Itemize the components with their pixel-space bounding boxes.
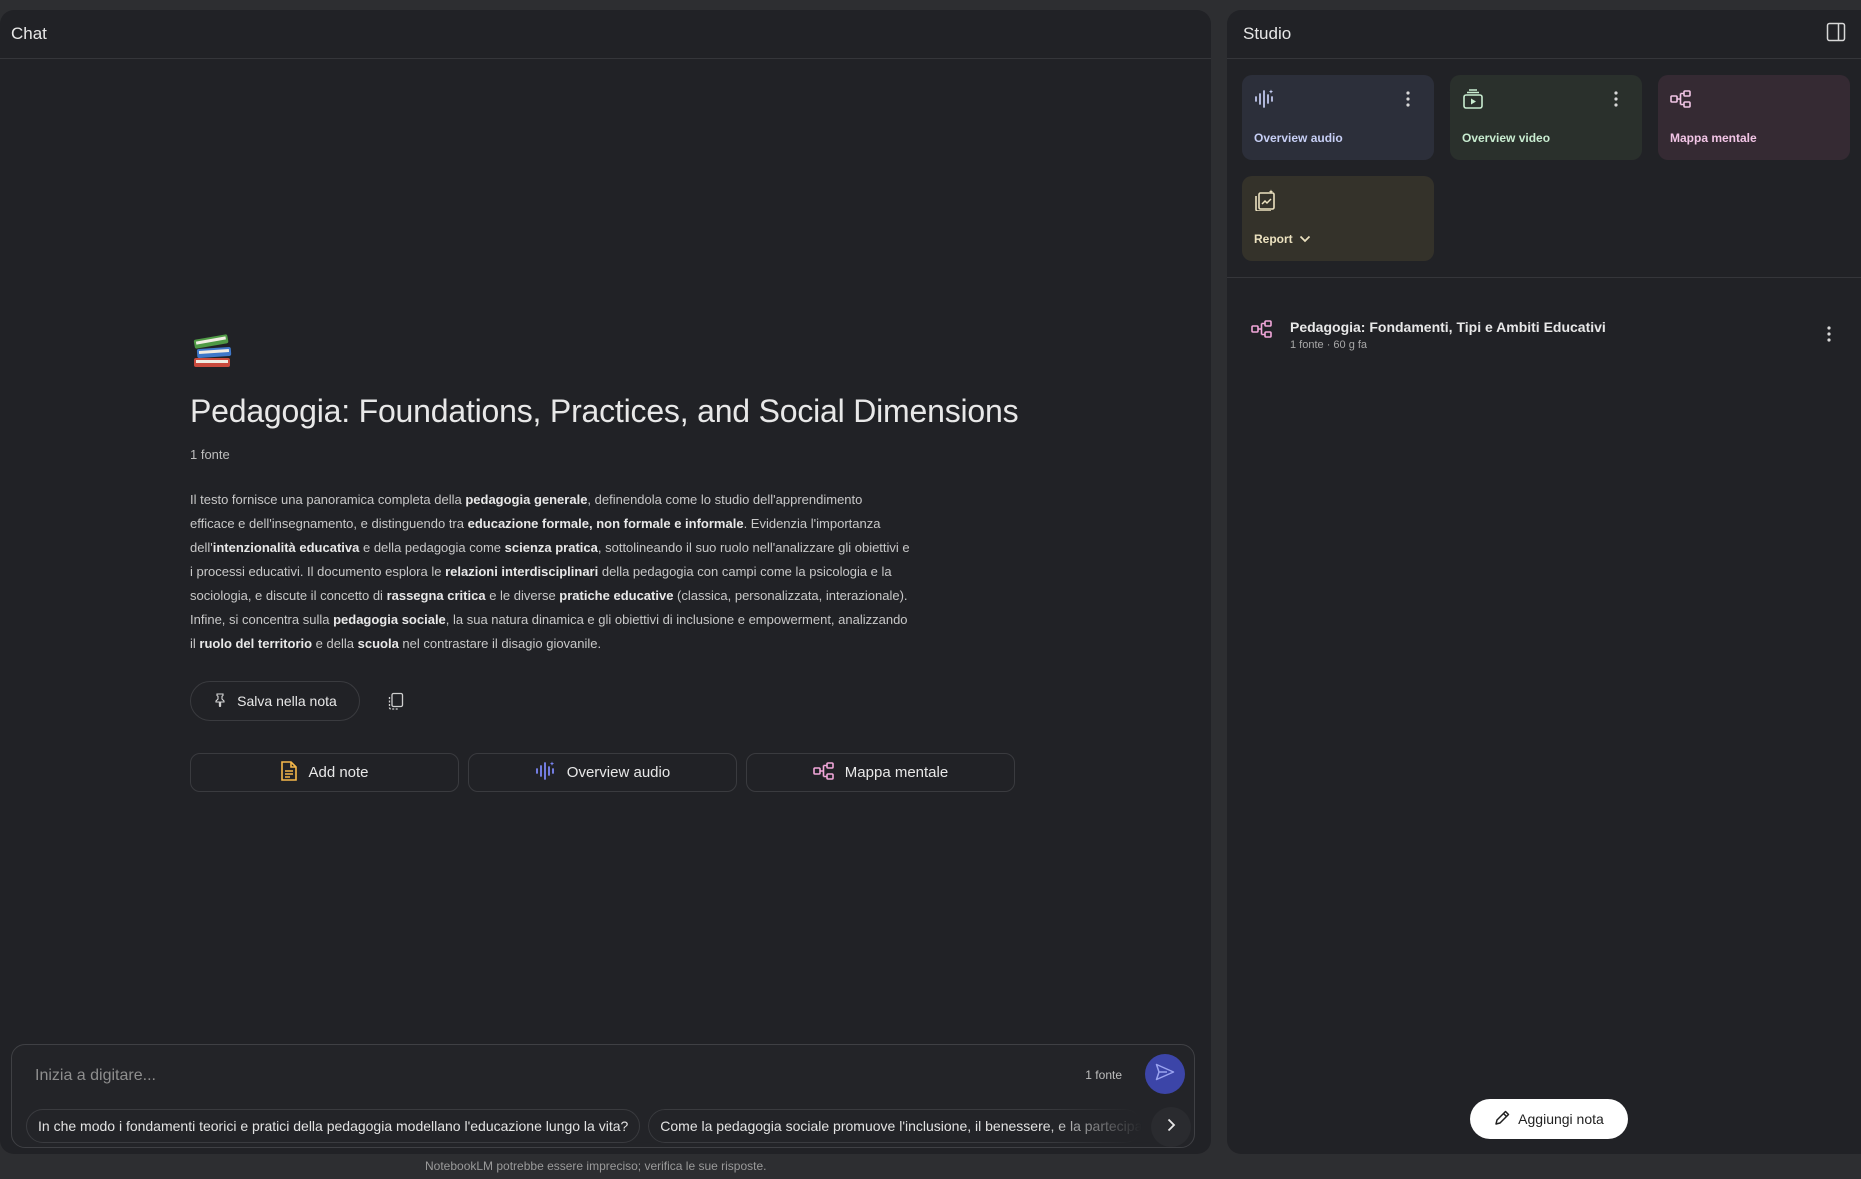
books-emoji-icon [190, 328, 236, 374]
studio-tile-overview-video[interactable]: Overview video [1450, 75, 1642, 160]
add-note-studio-label: Aggiungi nota [1518, 1111, 1604, 1127]
more-vert-icon[interactable] [1606, 88, 1626, 110]
summary-bold-term: pedagogia sociale [333, 612, 446, 627]
studio-divider [1227, 277, 1861, 278]
chevron-right-icon [1166, 1118, 1176, 1137]
summary-bold-term: ruolo del territorio [199, 636, 313, 651]
add-note-label: Add note [308, 764, 369, 781]
chat-header-title: Chat [11, 24, 47, 43]
audio-wave-icon [1254, 88, 1276, 110]
summary-text: e della [312, 636, 358, 651]
notebook-summary: Il testo fornisce una panoramica complet… [190, 488, 910, 656]
suggestion-chip[interactable]: In che modo i fondamenti teorici e prati… [26, 1109, 641, 1143]
note-meta: 1 fonte · 60 g fa [1290, 339, 1368, 351]
summary-bold-term: scienza pratica [504, 540, 598, 555]
chat-panel: Chat Pedagogia: Foundations, Practices, … [0, 10, 1211, 1154]
mind-map-icon [812, 761, 835, 784]
overview-audio-button[interactable]: Overview audio [468, 753, 737, 792]
tile-label: Mappa mentale [1670, 131, 1757, 145]
summary-bold-term: pedagogia generale [465, 492, 588, 507]
summary-bold-term: scuola [357, 636, 399, 651]
tile-label: Overview video [1462, 131, 1551, 145]
more-vert-icon[interactable] [1819, 323, 1839, 345]
summary-text: e le diverse [485, 588, 560, 603]
copy-icon[interactable] [384, 689, 408, 713]
notebook-title: Pedagogia: Foundations, Practices, and S… [190, 393, 1019, 429]
note-icon [280, 760, 298, 785]
chat-input[interactable] [35, 1064, 835, 1088]
mind-map-icon [1670, 88, 1692, 110]
suggestion-chips: In che modo i fondamenti teorici e prati… [26, 1109, 1166, 1143]
studio-tile-report[interactable]: Report [1242, 176, 1434, 261]
mind-map-label: Mappa mentale [844, 764, 949, 781]
mind-map-button[interactable]: Mappa mentale [746, 753, 1015, 792]
report-label[interactable]: Report [1254, 232, 1311, 246]
summary-bold-term: pratiche educative [559, 588, 674, 603]
chevron-down-icon [1299, 232, 1311, 246]
note-title: Pedagogia: Fondamenti, Tipi e Ambiti Edu… [1290, 319, 1606, 335]
tile-label: Overview audio [1254, 131, 1343, 145]
summary-text: e della pedagogia come [359, 540, 505, 555]
summary-bold-term: intenzionalità educativa [212, 540, 360, 555]
suggestions-next-button[interactable] [1151, 1107, 1191, 1147]
send-icon [1155, 1063, 1175, 1086]
save-to-note-label: Salva nella nota [237, 693, 337, 709]
summary-bold-term: relazioni interdisciplinari [445, 564, 599, 579]
add-note-button[interactable]: Add note [190, 753, 459, 792]
summary-text: Il testo fornisce una panoramica complet… [190, 492, 466, 507]
pencil-icon [1494, 1110, 1510, 1129]
chat-composer: 1 fonte In che modo i fondamenti teorici… [11, 1044, 1195, 1148]
audio-wave-icon [535, 761, 557, 785]
suggestion-chip[interactable]: Come la pedagogia sociale promuove l'inc… [648, 1109, 1143, 1143]
overview-audio-label: Overview audio [566, 764, 671, 781]
chat-header: Chat [0, 10, 1211, 59]
composer-source-count: 1 fonte [1085, 1068, 1122, 1082]
summary-bold-term: rassegna critica [386, 588, 486, 603]
report-label-text: Report [1254, 232, 1293, 246]
mind-map-icon [1251, 318, 1273, 340]
more-vert-icon[interactable] [1398, 88, 1418, 110]
notebook-source-count: 1 fonte [190, 447, 230, 462]
toggle-panel-icon[interactable] [1826, 22, 1846, 47]
pin-icon [213, 692, 227, 710]
summary-bold-term: educazione formale, non formale e inform… [467, 516, 744, 531]
studio-note-item[interactable]: Pedagogia: Fondamenti, Tipi e Ambiti Edu… [1227, 303, 1861, 363]
video-icon [1462, 88, 1484, 110]
report-icon [1254, 189, 1276, 211]
summary-text: nel contrastare il disagio giovanile. [398, 636, 602, 651]
studio-header: Studio [1227, 10, 1861, 59]
add-note-studio-button[interactable]: Aggiungi nota [1470, 1099, 1628, 1139]
studio-tile-mind-map[interactable]: Mappa mentale [1658, 75, 1850, 160]
studio-tile-overview-audio[interactable]: Overview audio [1242, 75, 1434, 160]
studio-panel: Studio Overview audio Overview video Map… [1227, 10, 1861, 1154]
disclaimer-footer: NotebookLM potrebbe essere impreciso; ve… [425, 1159, 767, 1173]
save-to-note-button[interactable]: Salva nella nota [190, 681, 360, 721]
studio-header-title: Studio [1243, 24, 1292, 43]
send-button[interactable] [1145, 1054, 1185, 1094]
